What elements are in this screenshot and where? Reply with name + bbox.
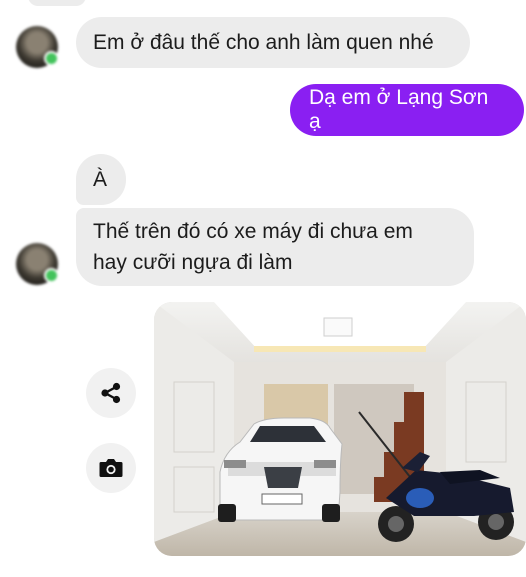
photo-attachment[interactable] — [154, 302, 526, 556]
message-text-line: Thế trên đó có xe máy đi chưa em — [93, 220, 413, 243]
received-message[interactable]: Em ở đâu thế cho anh làm quen nhé — [76, 17, 470, 68]
contact-avatar[interactable] — [16, 26, 59, 68]
share-button[interactable] — [86, 368, 136, 418]
online-status-dot — [44, 268, 59, 283]
received-message[interactable]: À — [76, 154, 126, 205]
previous-message-bubble — [28, 0, 86, 6]
message-text: À — [93, 168, 108, 191]
online-status-dot — [44, 51, 59, 66]
sent-message[interactable]: Dạ em ở Lạng Sơn ạ — [290, 84, 524, 136]
garage-photo — [154, 302, 526, 556]
message-text: Em ở đâu thế cho anh làm quen nhé — [93, 31, 434, 54]
message-text-line: hay cưỡi ngựa đi làm — [93, 251, 293, 274]
message-text: Dạ em ở Lạng Sơn ạ — [309, 86, 489, 133]
share-icon — [101, 382, 121, 404]
contact-avatar[interactable] — [16, 243, 59, 285]
received-message[interactable]: Thế trên đó có xe máy đi chưa em hay cưỡ… — [76, 208, 474, 286]
camera-icon — [99, 459, 123, 477]
camera-button[interactable] — [86, 443, 136, 493]
